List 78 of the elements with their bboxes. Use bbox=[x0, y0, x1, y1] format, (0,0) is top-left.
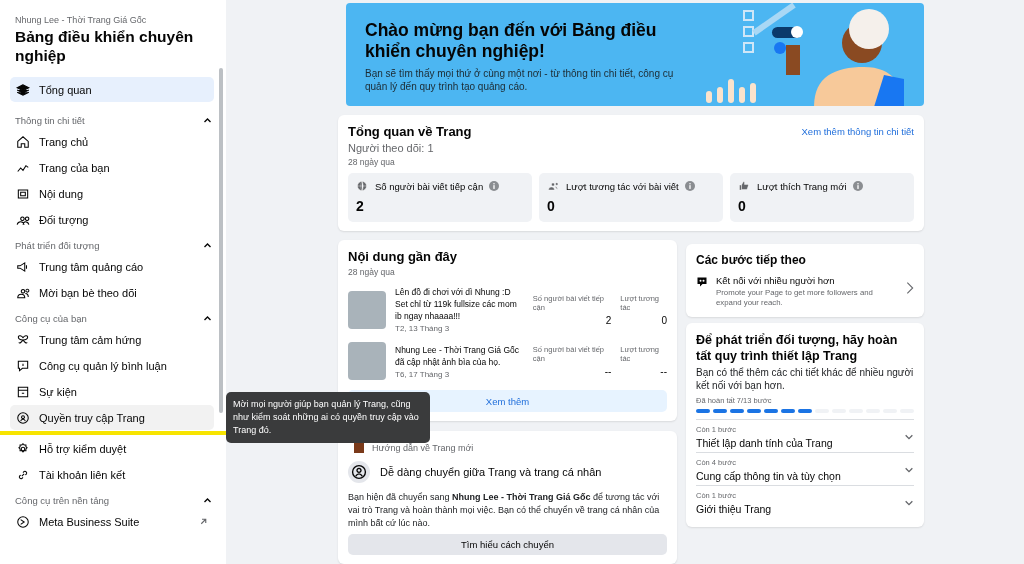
section-title: Công cụ trên nền tảng bbox=[15, 495, 109, 506]
chevron-icon[interactable] bbox=[203, 314, 212, 323]
learn-how-button[interactable]: Tìm hiểu cách chuyển bbox=[348, 534, 667, 555]
card-title: Tổng quan về Trang bbox=[348, 124, 472, 139]
sidebar-item[interactable]: Nội dung bbox=[10, 181, 214, 206]
sidebar-item[interactable]: Meta Business Suite bbox=[10, 509, 214, 534]
metric-value: 2 bbox=[605, 314, 612, 326]
step-title: Cung cấp thông tin và tùy chọn bbox=[696, 470, 842, 482]
profile-switch-icon bbox=[348, 461, 370, 483]
see-more-insights-link[interactable]: Xem thêm thông tin chi tiết bbox=[801, 126, 914, 137]
megaphone-icon bbox=[16, 259, 30, 274]
section-title: Phát triển đối tượng bbox=[15, 240, 100, 251]
stat-label: Lượt thích Trang mới bbox=[757, 180, 847, 192]
comment-icon bbox=[16, 358, 30, 373]
guide-heading: Hướng dẫn về Trang mới bbox=[372, 443, 474, 453]
chevron-icon[interactable] bbox=[203, 241, 212, 250]
home-icon bbox=[16, 134, 30, 149]
card-title: Các bước tiếp theo bbox=[696, 253, 807, 267]
post-text[interactable]: Nhung Lee - Thời Trang Giá Gốc đã cập nhật ảnh bìa của họ. bbox=[395, 343, 524, 368]
sidebar-item[interactable]: Đối tượng bbox=[10, 207, 214, 232]
step-title: Thiết lập danh tính của Trang bbox=[696, 437, 834, 449]
card-title: Để phát triển đối tượng, hãy hoàn tất quy trình thiết lập Trang bbox=[696, 332, 899, 364]
stat-label: Lượt tương tác với bài viết bbox=[566, 180, 679, 192]
sidebar-item[interactable]: Trang của bạn bbox=[10, 155, 214, 180]
info-icon[interactable] bbox=[489, 181, 500, 191]
metric-value: -- bbox=[604, 366, 612, 377]
sidebar-item[interactable]: Tổng quan bbox=[10, 77, 214, 102]
sidebar-item[interactable]: Quyền truy cập Trang bbox=[10, 405, 214, 430]
info-icon[interactable] bbox=[852, 181, 863, 191]
tooltip: Mời mọi người giúp bạn quản lý Trang, cũng như kiểm soát những ai có quyền truy cập vào Trang đó. bbox=[226, 392, 430, 443]
metric-value: -- bbox=[660, 366, 667, 377]
step-title: Giới thiệu Trang bbox=[696, 503, 773, 515]
chevron-icon[interactable] bbox=[203, 496, 212, 505]
sidebar-title: Bảng điều khiển chuyên nghiệp bbox=[15, 27, 195, 65]
sidebar-item[interactable]: Mời bạn bè theo dõi bbox=[10, 280, 214, 305]
post-date: T2, 13 Tháng 3 bbox=[395, 324, 451, 333]
post-date: T6, 17 Tháng 3 bbox=[395, 369, 451, 379]
section-title: Công cụ của bạn bbox=[15, 313, 87, 324]
sidebar-item[interactable]: Sự kiện bbox=[10, 379, 214, 404]
chat-bubble-icon bbox=[696, 276, 708, 288]
sidebar-item[interactable]: Tài khoản liên kết bbox=[10, 462, 214, 487]
page-name: Nhung Lee - Thời Trang Giá Gốc bbox=[14, 15, 148, 25]
content-icon bbox=[16, 186, 30, 201]
stat-value: 0 bbox=[738, 198, 747, 214]
card-title: Nội dung gần đây bbox=[348, 249, 459, 264]
section-title: Thông tin chi tiết bbox=[15, 115, 85, 126]
chevron-icon[interactable] bbox=[203, 116, 212, 125]
period-label: 28 ngày qua bbox=[348, 267, 396, 277]
scrollbar[interactable] bbox=[219, 68, 223, 413]
people-icon bbox=[547, 180, 559, 192]
setup-text: Bạn có thể thêm các chi tiết khác để nhiều người kết nối với bạn hơn. bbox=[696, 366, 914, 392]
metric-value: 0 bbox=[661, 314, 667, 326]
chevron-right-icon bbox=[906, 281, 914, 295]
guide-text: Bạn hiện đã chuyển sang Nhung Lee - Thời Trang Giá Gốc để tương tác với vai trò Trang và hoàn thành mọi việc. Bạn có thể chuyển về trang cá nhân của mình bất cứ lúc nào. bbox=[348, 491, 661, 530]
sidebar-item[interactable]: Hỗ trợ kiểm duyệt bbox=[10, 436, 214, 461]
calendar-icon bbox=[16, 384, 30, 399]
followers-count: Người theo dõi: 1 bbox=[348, 142, 435, 154]
meta-icon bbox=[16, 514, 30, 529]
photo-placeholder bbox=[348, 342, 386, 380]
period-label: 28 ngày qua bbox=[348, 157, 396, 167]
globe-icon bbox=[356, 180, 368, 192]
butterfly-icon bbox=[16, 332, 30, 347]
stat-value: 2 bbox=[356, 198, 365, 214]
sidebar-item[interactable]: Trang chủ bbox=[10, 129, 214, 154]
photo-placeholder bbox=[348, 290, 386, 329]
info-icon[interactable] bbox=[684, 181, 695, 191]
guide-title: Dễ dàng chuyển giữa Trang và trang cá nhân bbox=[380, 466, 602, 478]
stat-value: 0 bbox=[547, 198, 556, 214]
banner-text: Bạn sẽ tìm thấy mọi thứ ở cùng một nơi - từ thông tin chi tiết, công cụ quản lý đến quy trình tạo quảng cáo. bbox=[365, 67, 675, 93]
shield-icon bbox=[16, 410, 30, 425]
sidebar-item[interactable]: Công cụ quản lý bình luận bbox=[10, 353, 214, 378]
banner-title: Chào mừng bạn đến với Bảng điều khiển chuyên nghiệp! bbox=[365, 20, 658, 62]
sidebar-item[interactable]: Trung tâm quảng cáo bbox=[10, 254, 214, 279]
layers-icon bbox=[16, 82, 30, 97]
thumb-icon bbox=[738, 180, 750, 192]
sidebar-item[interactable]: Trung tâm cảm hứng bbox=[10, 327, 214, 352]
post-text[interactable]: Lên đồ đi chơi với dì Nhung :D Set chỉ từ 119k fullsize các mom ib ngay nhaaaa!!! bbox=[395, 286, 524, 322]
stat-label: Số người bài viết tiếp cận bbox=[375, 180, 484, 192]
